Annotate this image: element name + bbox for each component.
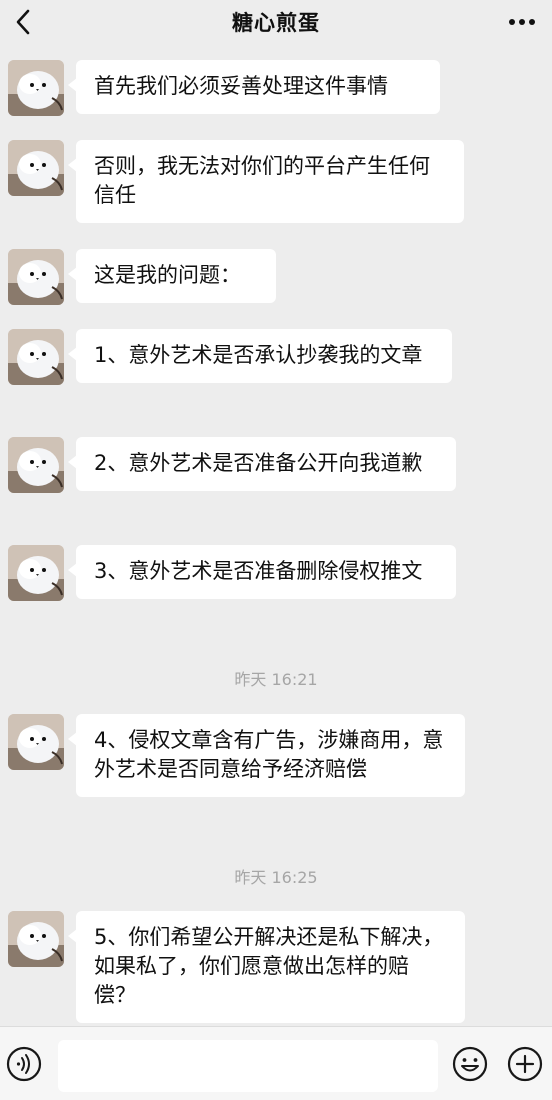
more-actions-button[interactable] <box>507 1046 543 1082</box>
message-bubble[interactable]: 4、侵权文章含有广告，涉嫌商用，意外艺术是否同意给予经济赔偿 <box>68 714 465 797</box>
voice-icon <box>6 1046 42 1082</box>
chat-title: 糖心煎蛋 <box>232 11 320 35</box>
avatar[interactable] <box>8 329 64 385</box>
voice-button[interactable] <box>6 1046 42 1082</box>
message-item: 首先我们必须妥善处理这件事情 <box>8 60 440 116</box>
chat-app: 糖心煎蛋 首先我们必须妥善处理这件事情 否则，我无法对你们的平台产生任何信任 这… <box>0 0 552 1100</box>
avatar[interactable] <box>8 437 64 493</box>
avatar[interactable] <box>8 60 64 116</box>
message-item: 否则，我无法对你们的平台产生任何信任 <box>8 140 464 223</box>
message-item: 5、你们希望公开解决还是私下解决，如果私了，你们愿意做出怎样的赔偿？ <box>8 911 465 1023</box>
back-button[interactable] <box>8 6 40 38</box>
message-input[interactable] <box>58 1040 438 1092</box>
message-list[interactable]: 首先我们必须妥善处理这件事情 否则，我无法对你们的平台产生任何信任 这是我的问题… <box>0 44 552 1026</box>
chat-header: 糖心煎蛋 <box>0 0 552 44</box>
emoji-icon <box>452 1046 488 1082</box>
message-bubble[interactable]: 这是我的问题： <box>68 249 276 303</box>
ellipsis-icon <box>509 19 535 25</box>
message-bubble[interactable]: 5、你们希望公开解决还是私下解决，如果私了，你们愿意做出怎样的赔偿？ <box>68 911 465 1023</box>
message-item: 2、意外艺术是否准备公开向我道歉 <box>8 437 456 493</box>
avatar[interactable] <box>8 911 64 967</box>
timestamp: 昨天 16:21 <box>234 670 318 689</box>
avatar[interactable] <box>8 714 64 770</box>
chevron-left-icon <box>16 9 30 35</box>
message-bubble[interactable]: 否则，我无法对你们的平台产生任何信任 <box>68 140 464 223</box>
message-bubble[interactable]: 2、意外艺术是否准备公开向我道歉 <box>68 437 456 491</box>
input-bar <box>0 1026 552 1100</box>
avatar[interactable] <box>8 140 64 196</box>
avatar[interactable] <box>8 249 64 305</box>
message-bubble[interactable]: 1、意外艺术是否承认抄袭我的文章 <box>68 329 452 383</box>
timestamp: 昨天 16:25 <box>234 868 318 887</box>
more-button[interactable] <box>502 6 542 38</box>
plus-icon <box>507 1046 543 1082</box>
message-bubble[interactable]: 3、意外艺术是否准备删除侵权推文 <box>68 545 456 599</box>
emoji-button[interactable] <box>452 1046 488 1082</box>
avatar[interactable] <box>8 545 64 601</box>
message-item: 3、意外艺术是否准备删除侵权推文 <box>8 545 456 601</box>
message-item: 1、意外艺术是否承认抄袭我的文章 <box>8 329 452 385</box>
message-item: 这是我的问题： <box>8 249 276 305</box>
message-item: 4、侵权文章含有广告，涉嫌商用，意外艺术是否同意给予经济赔偿 <box>8 714 465 797</box>
message-bubble[interactable]: 首先我们必须妥善处理这件事情 <box>68 60 440 114</box>
